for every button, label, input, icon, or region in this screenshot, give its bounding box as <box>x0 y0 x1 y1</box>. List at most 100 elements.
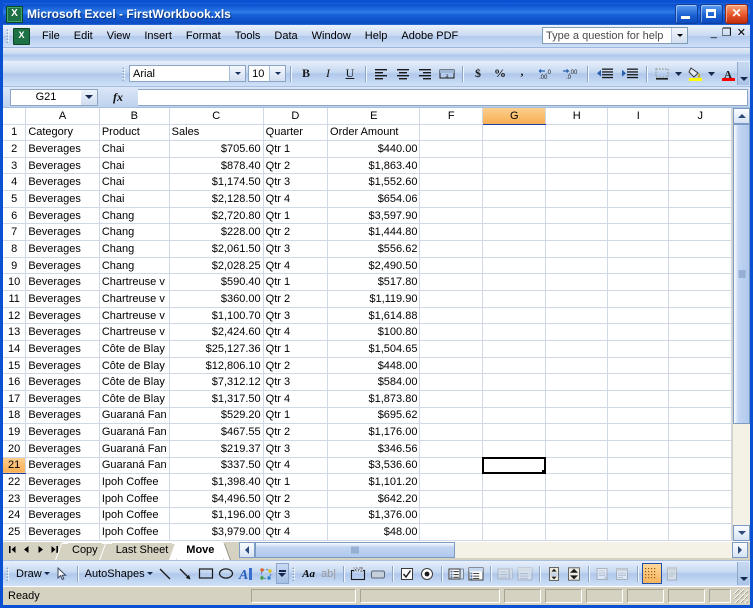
table-row[interactable]: 21 Beverages Guaraná Fan $337.50 Qtr 4 $3,536… <box>3 457 732 475</box>
table-row[interactable]: 12 Beverages Chartreuse v $1,100.70 Qtr 3 $1,… <box>3 307 732 325</box>
cell-e24[interactable]: $1,376.00 <box>327 507 421 525</box>
scroll-bar-icon[interactable] <box>544 563 564 584</box>
cell-j7[interactable] <box>668 223 732 242</box>
merge-and-center-button[interactable]: a <box>436 63 458 84</box>
cell-h22[interactable] <box>545 473 609 491</box>
cell-j14[interactable] <box>668 340 732 358</box>
cell-g19[interactable] <box>482 423 547 441</box>
cell-i20[interactable] <box>607 440 670 458</box>
row-header-9[interactable]: 9 <box>3 257 27 275</box>
cell-e16[interactable]: $584.00 <box>327 373 421 391</box>
column-header-e[interactable]: E <box>327 108 421 125</box>
cell-e18[interactable]: $695.62 <box>327 407 421 425</box>
menu-item-edit[interactable]: Edit <box>67 27 100 45</box>
cell-j22[interactable] <box>668 473 732 491</box>
cell-e14[interactable]: $1,504.65 <box>327 340 421 358</box>
fill-color-dropdown-icon[interactable] <box>706 63 717 84</box>
cell-c23[interactable]: $4,496.50 <box>169 490 264 508</box>
decrease-indent-button[interactable] <box>592 63 617 84</box>
row-header-17[interactable]: 17 <box>3 390 27 408</box>
increase-indent-button[interactable] <box>617 63 642 84</box>
cell-i19[interactable] <box>607 423 670 441</box>
cell-e9[interactable]: $2,490.50 <box>327 257 421 275</box>
table-row[interactable]: 25 Beverages Ipoh Coffee $3,979.00 Qtr 4 $48.… <box>3 523 732 541</box>
row-header-14[interactable]: 14 <box>3 340 27 358</box>
cell-f17[interactable] <box>419 390 483 408</box>
cell-d3[interactable]: Qtr 2 <box>263 157 329 175</box>
cell-e19[interactable]: $1,176.00 <box>327 423 421 441</box>
cell-f9[interactable] <box>419 257 483 275</box>
cell-a11[interactable]: Beverages <box>25 290 100 308</box>
cell-a17[interactable]: Beverages <box>25 390 100 408</box>
cell-c14[interactable]: $25,127.36 <box>169 340 264 358</box>
cell-c5[interactable]: $2,128.50 <box>169 190 264 208</box>
table-row[interactable]: 3 Beverages Chai $878.40 Qtr 2 $1,863.40 <box>3 157 732 175</box>
cell-h5[interactable] <box>545 190 609 208</box>
button-icon[interactable] <box>368 563 388 584</box>
cell-i22[interactable] <box>607 473 670 491</box>
sheet-tab-move[interactable]: Move <box>177 542 224 560</box>
row-header-19[interactable]: 19 <box>3 423 27 441</box>
cell-d25[interactable]: Qtr 4 <box>263 523 329 541</box>
cell-a12[interactable]: Beverages <box>25 307 100 325</box>
cell-g15[interactable] <box>482 357 547 375</box>
doc-restore-button[interactable]: ❐ <box>722 28 732 39</box>
cell-h17[interactable] <box>545 390 609 408</box>
cell-i16[interactable] <box>607 373 670 391</box>
label-icon[interactable]: Aa <box>299 563 319 584</box>
insert-function-icon[interactable]: fx <box>98 90 138 105</box>
cell-h23[interactable] <box>545 490 609 508</box>
cell-a22[interactable]: Beverages <box>25 473 100 491</box>
cell-h20[interactable] <box>545 440 609 458</box>
row-header-20[interactable]: 20 <box>3 440 27 458</box>
next-sheet-button[interactable] <box>33 542 47 556</box>
cell-j12[interactable] <box>668 307 732 325</box>
table-row[interactable]: 14 Beverages Côte de Blay $25,127.36 Qtr 1 $1… <box>3 340 732 358</box>
column-header-i[interactable]: I <box>607 108 670 125</box>
cell-b8[interactable]: Chang <box>99 240 170 258</box>
underline-button[interactable]: U <box>339 63 361 84</box>
scroll-right-button[interactable] <box>732 542 748 558</box>
arrow-icon[interactable] <box>176 563 196 584</box>
cell-j1[interactable] <box>668 124 732 142</box>
cell-d10[interactable]: Qtr 1 <box>263 273 329 292</box>
close-button[interactable] <box>725 4 748 24</box>
scroll-down-button[interactable] <box>733 525 750 541</box>
cell-b19[interactable]: Guaraná Fan <box>99 423 170 441</box>
cell-b16[interactable]: Côte de Blay <box>99 373 170 391</box>
cell-f23[interactable] <box>419 490 483 508</box>
column-header-a[interactable]: A <box>25 108 100 125</box>
increase-decimal-button[interactable]: .0.00 <box>533 63 558 84</box>
cell-j25[interactable] <box>668 523 732 541</box>
cell-i10[interactable] <box>607 273 670 292</box>
menu-item-help[interactable]: Help <box>358 27 395 45</box>
vertical-scroll-track[interactable] <box>733 124 750 525</box>
cell-b12[interactable]: Chartreuse v <box>99 307 170 325</box>
cell-a13[interactable]: Beverages <box>25 323 100 342</box>
fill-color-button[interactable] <box>684 63 706 84</box>
cell-j9[interactable] <box>668 257 732 275</box>
cell-b7[interactable]: Chang <box>99 223 170 242</box>
cell-f10[interactable] <box>419 273 483 292</box>
scroll-up-button[interactable] <box>733 108 750 124</box>
menu-item-format[interactable]: Format <box>179 27 228 45</box>
cell-g20[interactable] <box>482 440 547 458</box>
cell-d21[interactable]: Qtr 4 <box>263 457 329 475</box>
cell-c22[interactable]: $1,398.40 <box>169 473 264 491</box>
cell-g1[interactable] <box>482 124 547 142</box>
cell-i13[interactable] <box>607 323 670 342</box>
cell-i25[interactable] <box>607 523 670 541</box>
table-row[interactable]: 5 Beverages Chai $2,128.50 Qtr 4 $654.06 <box>3 190 732 208</box>
cell-a10[interactable]: Beverages <box>25 273 100 292</box>
row-header-10[interactable]: 10 <box>3 273 27 292</box>
cell-h25[interactable] <box>545 523 609 541</box>
cell-j15[interactable] <box>668 357 732 375</box>
table-row[interactable]: 1 Category Product Sales Quarter Order A… <box>3 124 732 142</box>
horizontal-scroll-track[interactable] <box>255 542 732 558</box>
cell-j3[interactable] <box>668 157 732 175</box>
cell-g5[interactable] <box>482 190 547 208</box>
cell-c20[interactable]: $219.37 <box>169 440 264 458</box>
cell-g7[interactable] <box>482 223 547 242</box>
cell-d11[interactable]: Qtr 2 <box>263 290 329 308</box>
menu-bar-grip[interactable] <box>6 29 9 43</box>
